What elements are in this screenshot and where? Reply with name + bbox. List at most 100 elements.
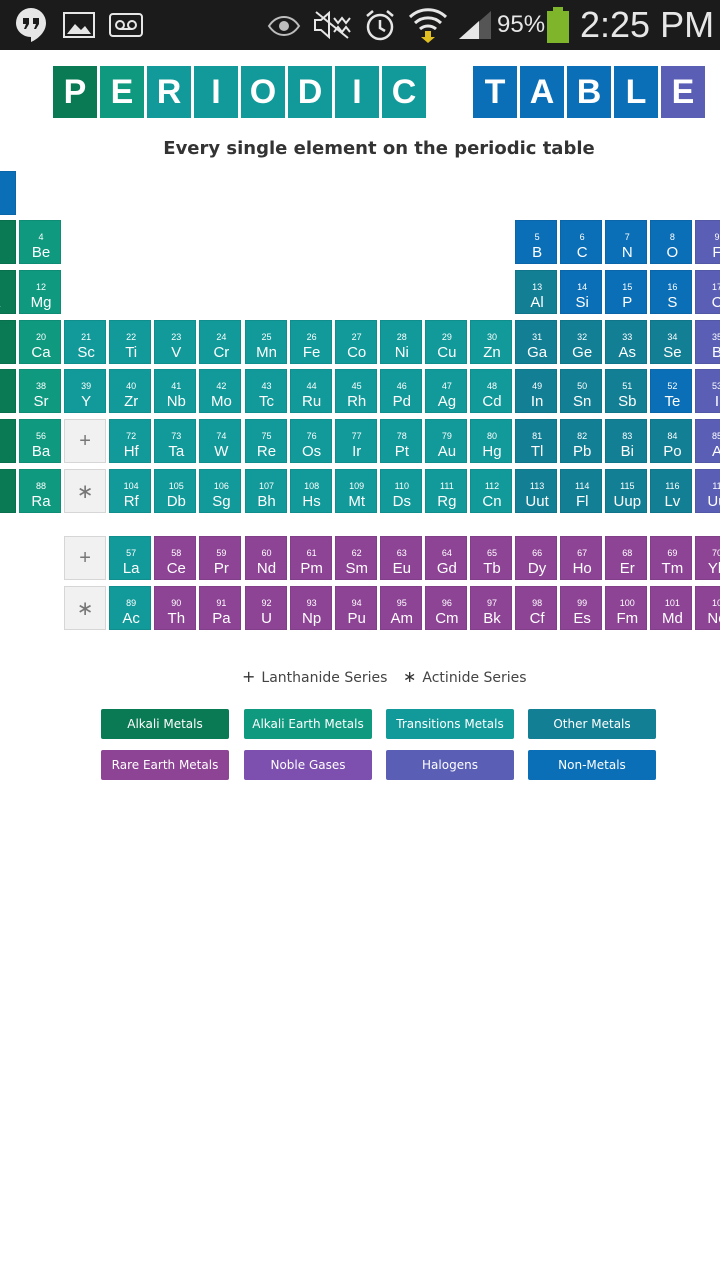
element-cell[interactable]: 95 Am [379,586,422,630]
element-cell[interactable]: 100 Fm [605,586,648,630]
legend-button[interactable]: Alkali Metals [101,709,229,739]
element-cell[interactable]: 51 Sb [605,369,648,413]
element-cell[interactable]: 47 Ag [424,369,467,413]
element-cell[interactable]: 74 W [199,419,242,463]
element-cell[interactable]: 88 Ra [19,469,61,513]
actinide-marker[interactable]: ∗ [64,469,107,513]
element-cell[interactable]: 75 Re [244,419,287,463]
element-cell[interactable]: 12 Mg [19,270,61,314]
element-cell[interactable]: 39 Y [64,369,107,413]
element-cell[interactable]: 35 B [695,320,720,364]
element-cell[interactable]: 20 Ca [19,320,61,364]
element-cell[interactable]: 93 Np [289,586,332,630]
element-cell[interactable]: 82 Pb [560,419,603,463]
element-cell[interactable]: 81 Tl [515,419,558,463]
element-cell[interactable]: 13 Al [515,270,558,314]
element-cell[interactable]: 23 V [154,320,197,364]
element-cell[interactable]: 112 Cn [470,469,512,513]
element-cell[interactable]: 68 Er [605,536,648,580]
element-cell[interactable]: 42 Mo [199,369,242,413]
element-cell[interactable]: 58 Ce [154,536,197,580]
element-cell[interactable]: 70 Yb [695,536,720,580]
element-cell[interactable]: 41 Nb [154,369,197,413]
element-cell[interactable]: 99 Es [560,586,603,630]
element-cell[interactable]: 109 Mt [334,469,377,513]
element-cell[interactable]: 27 Co [334,320,377,364]
element-cell[interactable]: 38 Sr [19,369,61,413]
element-cell[interactable] [0,220,16,264]
element-cell[interactable]: 84 Po [650,419,693,463]
element-cell[interactable]: 33 As [605,320,648,364]
element-cell[interactable]: 48 Cd [470,369,512,413]
element-cell[interactable]: 4 Be [19,220,61,264]
element-cell[interactable]: 76 Os [289,419,332,463]
element-cell[interactable]: 83 Bi [605,419,648,463]
element-cell[interactable]: 116 Lv [650,469,693,513]
element-cell[interactable]: r [0,469,16,513]
element-cell[interactable]: 80 Hg [470,419,512,463]
element-cell[interactable]: 94 Pu [334,586,377,630]
element-cell[interactable]: 15 P [605,270,648,314]
element-cell[interactable]: 44 Ru [289,369,332,413]
element-cell[interactable]: 29 Cu [424,320,467,364]
element-cell[interactable]: 63 Eu [379,536,422,580]
element-cell[interactable]: 28 Ni [379,320,422,364]
element-cell[interactable]: 62 Sm [334,536,377,580]
element-cell[interactable]: 61 Pm [289,536,332,580]
element-cell[interactable]: 8O [650,220,693,264]
element-cell[interactable]: 31 Ga [515,320,558,364]
element-cell[interactable]: 7N [605,220,648,264]
element-cell[interactable]: 113 Uut [515,469,558,513]
element-cell[interactable]: 22 Ti [109,320,152,364]
element-cell[interactable]: 5B [515,220,558,264]
element-cell[interactable]: a [0,270,16,314]
element-cell[interactable]: 30 Zn [470,320,512,364]
element-cell[interactable]: 89 Ac [109,586,152,630]
element-cell[interactable]: 26 Fe [289,320,332,364]
element-cell[interactable]: 77 Ir [334,419,377,463]
element-cell[interactable]: 45 Rh [334,369,377,413]
element-cell[interactable]: 59 Pr [199,536,242,580]
element-cell[interactable]: 9F [695,220,720,264]
actinide-row-marker[interactable]: ∗ [64,586,107,630]
element-cell[interactable] [0,320,16,364]
element-cell[interactable]: 11 Uu [695,469,720,513]
element-cell[interactable] [0,171,16,215]
element-cell[interactable]: 46 Pd [379,369,422,413]
element-cell[interactable]: 60 Nd [244,536,287,580]
legend-button[interactable]: Alkali Earth Metals [244,709,372,739]
element-cell[interactable]: 104 Rf [109,469,152,513]
element-cell[interactable]: 78 Pt [379,419,422,463]
lanthanide-marker[interactable]: + [64,419,107,463]
element-cell[interactable]: 14 Si [560,270,603,314]
element-cell[interactable]: 114 Fl [560,469,603,513]
element-cell[interactable]: 73 Ta [154,419,197,463]
legend-button[interactable]: Other Metals [528,709,656,739]
element-cell[interactable]: 25 Mn [244,320,287,364]
lanthanide-row-marker[interactable]: + [64,536,107,580]
element-cell[interactable]: 6C [560,220,603,264]
element-cell[interactable]: 57 La [109,536,152,580]
legend-button[interactable]: Rare Earth Metals [101,750,229,780]
element-cell[interactable]: 10 No [695,586,720,630]
element-cell[interactable]: 40 Zr [109,369,152,413]
element-cell[interactable]: 53 I [695,369,720,413]
element-cell[interactable]: 115 Uup [605,469,648,513]
element-cell[interactable]: 108 Hs [289,469,332,513]
element-cell[interactable]: 79 Au [424,419,467,463]
element-cell[interactable]: 90 Th [154,586,197,630]
element-cell[interactable]: 107 Bh [244,469,287,513]
element-cell[interactable]: 66 Dy [515,536,558,580]
element-cell[interactable]: 17 C [695,270,720,314]
element-cell[interactable]: 105 Db [154,469,197,513]
element-cell[interactable]: 91 Pa [199,586,242,630]
element-cell[interactable]: 85 A [695,419,720,463]
element-cell[interactable]: 98 Cf [515,586,558,630]
element-cell[interactable]: 16 S [650,270,693,314]
legend-button[interactable]: Noble Gases [244,750,372,780]
element-cell[interactable]: 56 Ba [19,419,61,463]
element-cell[interactable]: 65 Tb [470,536,512,580]
element-cell[interactable]: 43 Tc [244,369,287,413]
element-cell[interactable]: 69 Tm [650,536,693,580]
legend-button[interactable]: Halogens [386,750,514,780]
